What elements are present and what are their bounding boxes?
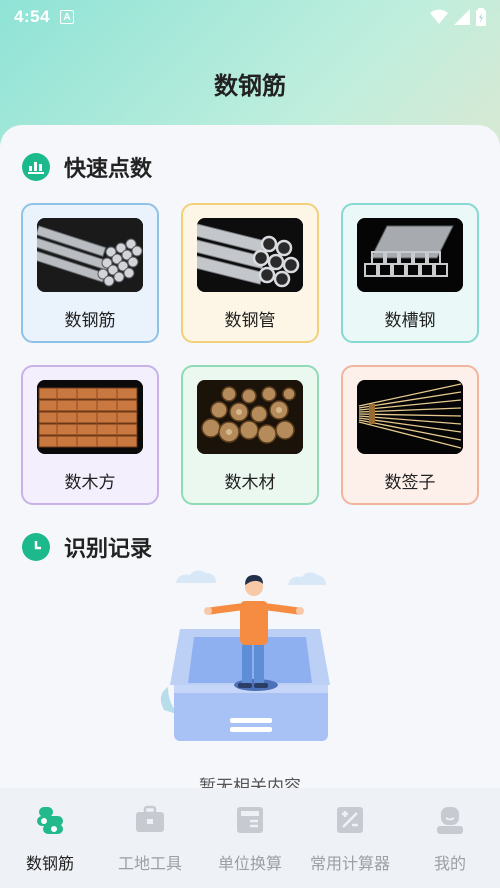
rebar-image [37, 218, 143, 292]
tile-count-sticks[interactable]: 数签子 [341, 365, 479, 505]
nav-tab-site-tools[interactable]: 工地工具 [100, 788, 200, 888]
battery-icon [476, 8, 486, 26]
chart-icon [22, 153, 50, 181]
nav-label: 常用计算器 [309, 854, 390, 873]
convert-icon [237, 807, 263, 833]
nav-tab-rebar[interactable]: 数钢筋 [0, 788, 100, 888]
signal-icon [454, 9, 470, 25]
clock-icon [22, 533, 50, 561]
calculator-icon [337, 807, 363, 833]
nav-label: 我的 [433, 854, 466, 873]
status-icons [430, 8, 486, 26]
logs-image [197, 380, 303, 454]
tile-label: 数钢筋 [64, 311, 116, 331]
channel-steel-image [357, 218, 463, 292]
nav-label: 数钢筋 [25, 854, 74, 873]
sticks-image [357, 380, 463, 454]
tile-count-logs[interactable]: 数木材 [181, 365, 319, 505]
nav-tab-profile[interactable]: 我的 [400, 788, 500, 888]
timber-square-image [37, 380, 143, 454]
quick-count-header: 快速点数 [22, 151, 152, 183]
records-title: 识别记录 [64, 537, 153, 562]
wifi-icon [430, 9, 448, 24]
tile-label: 数钢管 [224, 311, 276, 331]
tile-label: 数木材 [224, 473, 276, 493]
tile-label: 数木方 [64, 473, 116, 493]
notification-icon: A [60, 10, 75, 24]
tile-count-channel-steel[interactable]: 数槽钢 [341, 203, 479, 343]
nav-label: 单位换算 [217, 854, 282, 873]
status-bar: 4:54 A [0, 0, 500, 34]
profile-icon [437, 807, 463, 834]
rebar-icon [37, 807, 63, 834]
tile-count-rebar[interactable]: 数钢筋 [21, 203, 159, 343]
status-time: 4:54 [14, 7, 51, 26]
nav-label: 工地工具 [117, 854, 182, 873]
toolbox-icon [136, 805, 164, 832]
pipe-image [197, 218, 303, 292]
tile-count-pipe[interactable]: 数钢管 [181, 203, 319, 343]
empty-state-illustration [160, 570, 330, 741]
bottom-nav: 数钢筋 工地工具 单位换算 常用计算器 我的 [0, 788, 500, 888]
nav-tab-calculator[interactable]: 常用计算器 [300, 788, 400, 888]
main-card: 快速点数 数钢筋 数钢管 数槽钢 数木方 数木材 数签子 识别记录 暂无相关内容 [0, 125, 500, 805]
tile-label: 数签子 [384, 473, 436, 493]
page-title: 数钢筋 [214, 72, 286, 100]
tile-label: 数槽钢 [384, 311, 436, 331]
quick-count-title: 快速点数 [64, 157, 153, 182]
records-header: 识别记录 [22, 531, 152, 563]
nav-tab-unit-convert[interactable]: 单位换算 [200, 788, 300, 888]
tile-count-timber-square[interactable]: 数木方 [21, 365, 159, 505]
